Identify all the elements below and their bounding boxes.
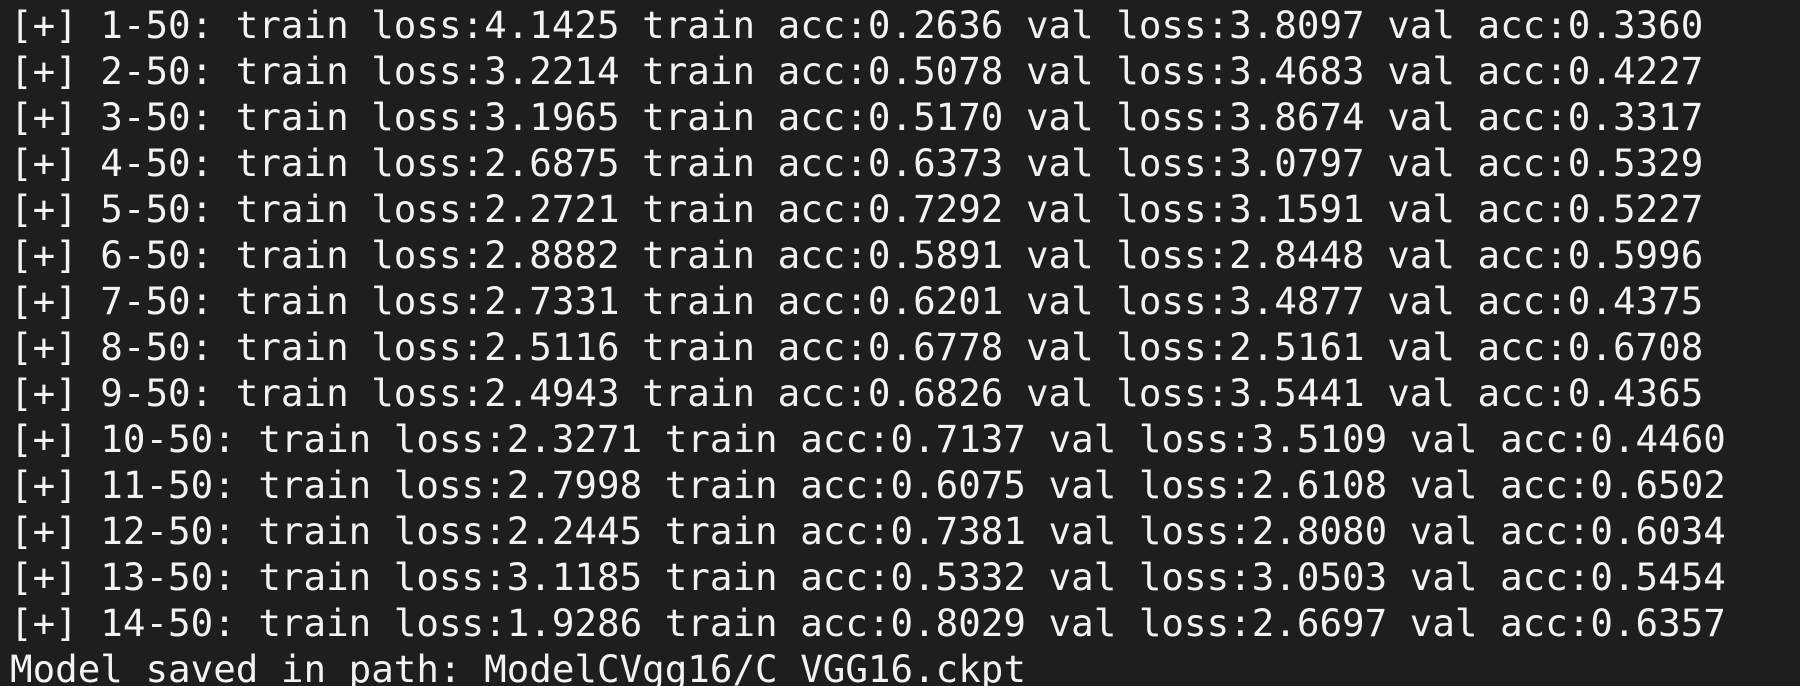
log-line-epoch-1: [+] 1-50: train loss:4.1425 train acc:0.… <box>10 3 1704 47</box>
log-line-epoch-10: [+] 10-50: train loss:2.3271 train acc:0… <box>10 417 1726 461</box>
log-line-epoch-5: [+] 5-50: train loss:2.2721 train acc:0.… <box>10 187 1704 231</box>
log-line-epoch-8: [+] 8-50: train loss:2.5116 train acc:0.… <box>10 325 1704 369</box>
log-line-epoch-7: [+] 7-50: train loss:2.7331 train acc:0.… <box>10 279 1704 323</box>
log-line-epoch-6: [+] 6-50: train loss:2.8882 train acc:0.… <box>10 233 1704 277</box>
log-line-epoch-4: [+] 4-50: train loss:2.6875 train acc:0.… <box>10 141 1704 185</box>
log-line-epoch-12: [+] 12-50: train loss:2.2445 train acc:0… <box>10 509 1726 553</box>
log-line-epoch-9: [+] 9-50: train loss:2.4943 train acc:0.… <box>10 371 1704 415</box>
log-line-epoch-2: [+] 2-50: train loss:3.2214 train acc:0.… <box>10 49 1704 93</box>
log-line-epoch-14: [+] 14-50: train loss:1.9286 train acc:0… <box>10 601 1726 645</box>
log-line-epoch-3: [+] 3-50: train loss:3.1965 train acc:0.… <box>10 95 1704 139</box>
log-line-epoch-11: [+] 11-50: train loss:2.7998 train acc:0… <box>10 463 1726 507</box>
log-line-epoch-13: [+] 13-50: train loss:3.1185 train acc:0… <box>10 555 1726 599</box>
terminal-output[interactable]: [+] 1-50: train loss:4.1425 train acc:0.… <box>0 0 1800 686</box>
model-saved-message: Model saved in path: ModelCVgg16/C_VGG16… <box>10 647 1026 686</box>
